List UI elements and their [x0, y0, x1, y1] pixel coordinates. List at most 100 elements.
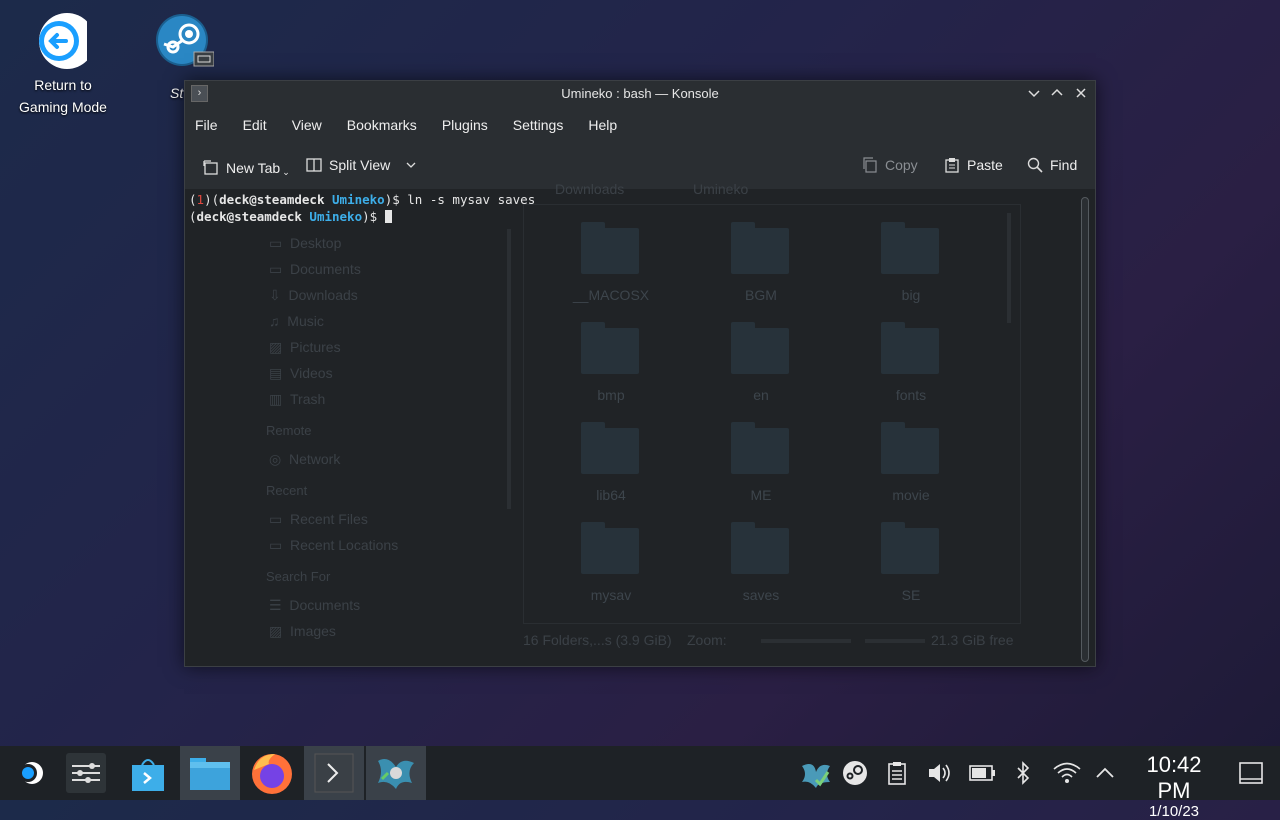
- taskbar-konsole[interactable]: [304, 746, 364, 800]
- paste-button[interactable]: Paste: [944, 157, 1003, 173]
- fm-place: ▭ Documents: [269, 261, 361, 277]
- terminal-cursor: [384, 210, 392, 223]
- menu-file[interactable]: File: [195, 117, 218, 133]
- tray-clipboard-icon[interactable]: [884, 760, 910, 786]
- fm-zoom-label: Zoom:: [687, 632, 727, 648]
- fm-view-scrollbar: [1007, 213, 1011, 323]
- fm-zoom-slider: [761, 639, 851, 643]
- taskbar-file-manager[interactable]: [180, 746, 240, 800]
- chevron-down-icon: [1028, 90, 1040, 98]
- tray-expand-chevron-up-icon[interactable]: [1092, 760, 1118, 786]
- fm-sidebar-scrollbar: [507, 229, 511, 509]
- fm-tab: Downloads: [555, 181, 625, 197]
- tray-volume-icon[interactable]: [926, 760, 952, 786]
- return-to-gaming-mode-icon: [39, 12, 95, 69]
- terminal-area[interactable]: Downloads Umineko ▭ Desktop ▭ Documents …: [185, 181, 1095, 666]
- menu-help[interactable]: Help: [588, 117, 617, 133]
- fm-folder-icon: [881, 522, 939, 574]
- tray-battery-icon[interactable]: [968, 760, 995, 786]
- copy-label: Copy: [885, 157, 918, 173]
- application-launcher-button[interactable]: [0, 746, 60, 800]
- fm-folder-label: big: [901, 287, 921, 303]
- window-titlebar[interactable]: › Umineko : bash — Konsole: [185, 81, 1095, 105]
- split-view-icon: [306, 158, 322, 172]
- fm-folder-icon: [881, 322, 939, 374]
- fm-folder-label: BGM: [745, 287, 777, 303]
- new-tab-icon: [203, 159, 218, 175]
- split-view-button[interactable]: Split View: [306, 157, 417, 173]
- terminal-icon: [314, 753, 354, 793]
- clock-date: 1/10/23: [1148, 803, 1200, 820]
- close-button[interactable]: [1072, 84, 1090, 102]
- fm-section-header: Search For: [266, 569, 331, 584]
- menu-view[interactable]: View: [292, 117, 322, 133]
- new-tab-button[interactable]: New Tab ⌄: [203, 157, 290, 178]
- dropdown-arrow-icon: ⌄: [282, 167, 290, 177]
- terminal-scrollbar[interactable]: [1081, 197, 1089, 662]
- maximize-button[interactable]: [1048, 84, 1066, 102]
- settings-sliders-icon: [66, 753, 106, 793]
- desktop-icon-steam[interactable]: St: [140, 14, 230, 101]
- show-desktop-icon: [1239, 762, 1263, 784]
- fm-place: ▨ Pictures: [269, 339, 341, 355]
- show-desktop-button[interactable]: [1238, 760, 1264, 786]
- toolbar: New Tab ⌄ Split View Copy Paste Find: [185, 145, 1095, 190]
- folder-icon: [190, 758, 230, 790]
- desktop-icon-return-gaming-mode[interactable]: Return to Gaming Mode: [8, 12, 118, 118]
- menu-settings[interactable]: Settings: [513, 117, 564, 133]
- fm-folder-icon: [731, 322, 789, 374]
- tray-bluetooth-icon[interactable]: [1010, 760, 1036, 786]
- fm-folder-icon: [581, 422, 639, 474]
- tray-wifi-icon[interactable]: [1052, 760, 1081, 786]
- konsole-window: › Umineko : bash — Konsole File Edit Vie…: [184, 80, 1096, 667]
- tray-steam-icon[interactable]: [842, 760, 868, 786]
- fm-folder-icon: [881, 222, 939, 274]
- fm-free-space-bar: [865, 639, 925, 643]
- taskbar-game-app[interactable]: [366, 746, 426, 800]
- steam-icon: [156, 14, 215, 70]
- new-tab-label: New Tab: [226, 159, 281, 176]
- minimize-button[interactable]: [1025, 84, 1043, 102]
- chevron-down-icon[interactable]: [405, 159, 417, 171]
- fm-folder-icon: [731, 522, 789, 574]
- menu-bookmarks[interactable]: Bookmarks: [347, 117, 417, 133]
- fm-place: ▥ Trash: [269, 391, 326, 407]
- window-title: Umineko : bash — Konsole: [561, 86, 719, 101]
- firefox-icon: [252, 754, 292, 794]
- fm-free-space: 21.3 GiB free: [931, 632, 1014, 648]
- taskbar-clock[interactable]: 10:42 PM 1/10/23: [1128, 752, 1220, 820]
- steamdeck-logo-icon: [19, 762, 43, 784]
- fm-folder-icon: [881, 422, 939, 474]
- fm-tab: Umineko: [693, 181, 749, 197]
- split-view-label: Split View: [329, 157, 391, 173]
- menu-bar: File Edit View Bookmarks Plugins Setting…: [185, 105, 1095, 145]
- taskbar-discover[interactable]: [118, 746, 178, 800]
- fm-folder-label: fonts: [895, 387, 927, 403]
- fm-place: ▭ Desktop: [269, 235, 342, 251]
- terminal-line-2: (deck@steamdeck Umineko)$: [189, 209, 392, 224]
- fm-folder-icon: [581, 522, 639, 574]
- fm-place: ▭ Recent Files: [269, 511, 368, 527]
- fm-folder-icon: [581, 322, 639, 374]
- taskbar-system-settings[interactable]: [56, 746, 116, 800]
- copy-button[interactable]: Copy: [862, 157, 918, 173]
- fm-folder-icon: [581, 222, 639, 274]
- fm-place: ⇩ Downloads: [269, 287, 358, 303]
- menu-plugins[interactable]: Plugins: [442, 117, 488, 133]
- terminal-line-1: (1)(deck@steamdeck Umineko)$ ln -s mysav…: [189, 192, 536, 207]
- find-label: Find: [1050, 157, 1078, 173]
- menu-edit[interactable]: Edit: [243, 117, 267, 133]
- taskbar: [0, 746, 1280, 800]
- game-app-icon: [378, 759, 414, 789]
- taskbar-firefox[interactable]: [242, 746, 302, 800]
- find-button[interactable]: Find: [1027, 157, 1077, 173]
- tray-updates-icon[interactable]: [800, 760, 830, 788]
- fm-folder-icon: [731, 422, 789, 474]
- fm-folder-label: bmp: [597, 387, 625, 403]
- fm-folder-label: saves: [742, 587, 780, 603]
- chevron-up-icon: [1051, 88, 1063, 96]
- fm-folder-label: ME: [750, 487, 772, 503]
- fm-folder-label: mysav: [590, 587, 632, 603]
- discover-store-icon: [132, 759, 164, 791]
- fm-folder-label: __MACOSX: [572, 287, 650, 303]
